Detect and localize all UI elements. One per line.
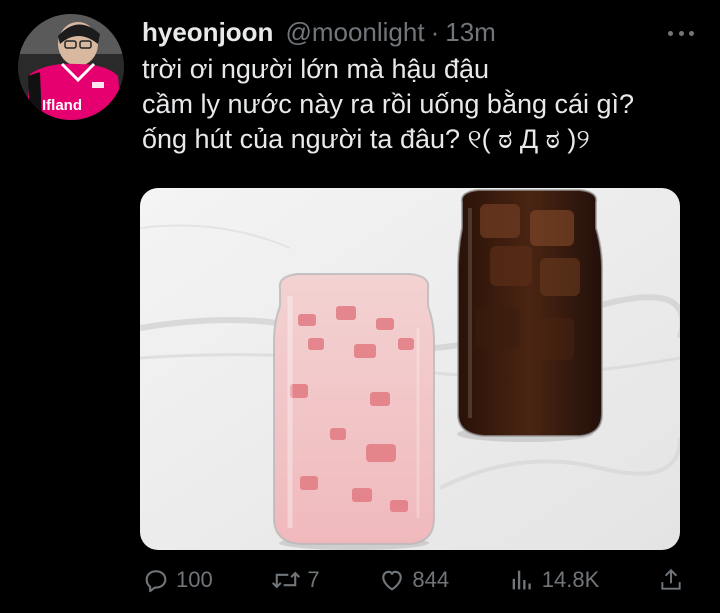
like-button[interactable]: 844 [378,566,449,594]
time-separator: · [430,17,440,47]
like-count: 844 [412,567,450,592]
tweet-text: trời ơi người lớn mà hậu đậu cầm ly nước… [142,52,702,157]
svg-text:Ifland: Ifland [42,97,82,114]
reply-icon [145,570,167,593]
tweet-text-line: cầm ly nước này ra rồi uống bằng cái gì? [142,89,635,119]
tweet-text-line: trời ơi người lớn mà hậu đậu [142,54,490,84]
action-bar: 100 7 844 14.8K [142,562,690,598]
author-handle[interactable]: @moonlight [285,17,424,48]
views-icon [512,570,531,590]
avatar[interactable]: Ifland [18,14,124,120]
share-button[interactable] [658,566,690,594]
tweet-header: hyeonjoon @moonlight · 13m [142,17,690,53]
views-button[interactable]: 14.8K [508,566,600,594]
tweet: Ifland hyeonjoon @moonlight · 13m trời ơ… [0,0,720,613]
reply-count: 100 [176,567,213,592]
more-dot [689,30,694,36]
view-count: 14.8K [541,567,600,592]
drinks-photo [140,188,680,550]
author-name[interactable]: hyeonjoon [142,17,273,48]
tweet-text-line: ống hút của người ta đâu? ୧( ಠ Д ಠ )୨ [142,124,590,154]
reply-button[interactable]: 100 [142,566,213,594]
tweet-photo[interactable] [140,188,680,550]
like-icon [382,570,403,591]
more-dot [668,30,673,36]
more-icon[interactable] [668,22,694,44]
share-icon [661,568,681,590]
retweet-icon [272,571,301,589]
more-dot [678,30,684,36]
retweet-button[interactable]: 7 [271,566,320,594]
retweet-count: 7 [307,567,320,592]
avatar-image: Ifland [18,14,124,120]
tweet-time[interactable]: 13m [445,17,496,48]
